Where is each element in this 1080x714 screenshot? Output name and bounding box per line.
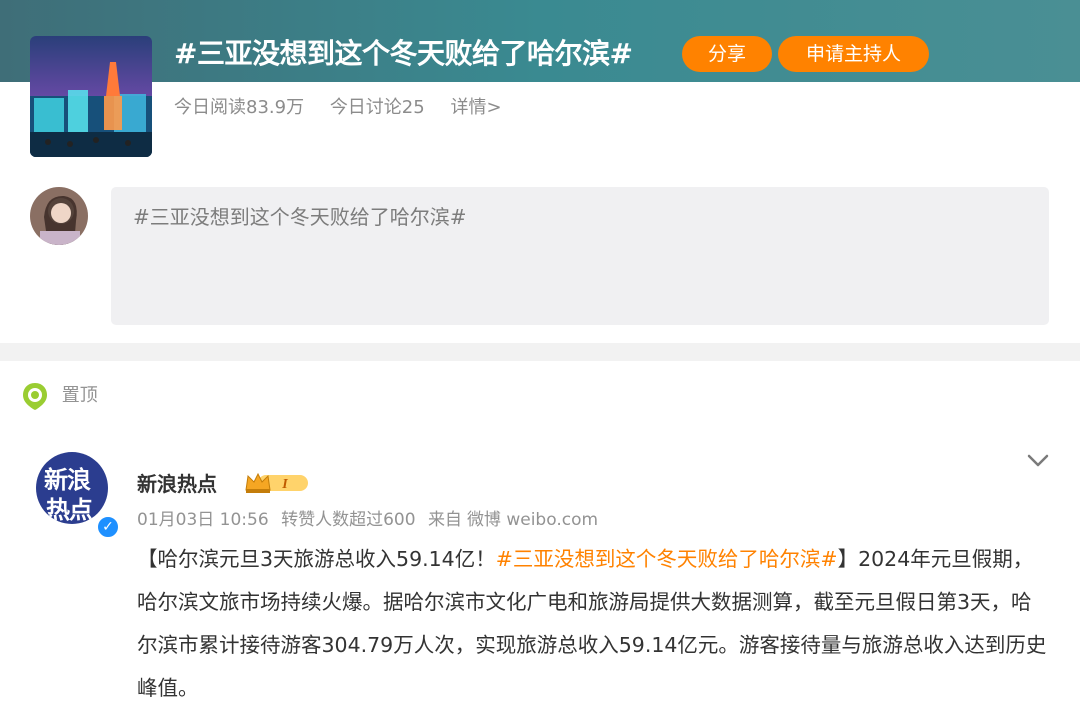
post-card: 置顶 新浪 热点 ✓ 新浪热点 I 01月03日 10:56 转赞人数超过600…: [0, 361, 1080, 714]
crown-badge-icon[interactable]: I: [244, 470, 310, 496]
author-avatar[interactable]: 新浪 热点: [36, 452, 108, 524]
topic-title: #三亚没想到这个冬天败给了哈尔滨#: [174, 37, 633, 70]
avatar-text-bottom: 热点: [46, 496, 93, 524]
topic-cover-image[interactable]: [30, 36, 152, 157]
today-reads: 今日阅读83.9万: [174, 97, 305, 118]
share-button[interactable]: 分享: [682, 36, 772, 72]
post-source: 微博 weibo.com: [466, 510, 599, 530]
compose-input[interactable]: #三亚没想到这个冬天败给了哈尔滨#: [111, 187, 1049, 325]
post-time[interactable]: 01月03日 10:56: [137, 510, 269, 530]
post-meta: 01月03日 10:56 转赞人数超过600 来自 微博 weibo.com: [137, 507, 605, 533]
post-topic-link[interactable]: #三亚没想到这个冬天败给了哈尔滨#: [496, 547, 838, 571]
pinned-indicator: 置顶: [22, 381, 98, 411]
today-discussions: 今日讨论25: [329, 97, 425, 118]
post-text: 【哈尔滨元旦3天旅游总收入59.14亿！#三亚没想到这个冬天败给了哈尔滨#】20…: [137, 538, 1052, 710]
details-link[interactable]: 详情>: [450, 97, 501, 118]
topic-stats: 今日阅读83.9万 今日讨论25 详情>: [174, 94, 522, 122]
badge-level-text: I: [281, 477, 288, 492]
apply-host-button[interactable]: 申请主持人: [778, 36, 929, 72]
chevron-down-icon[interactable]: [1024, 446, 1052, 474]
pin-icon: [22, 381, 48, 411]
source-prefix: 来自: [427, 510, 462, 530]
topic-header: #三亚没想到这个冬天败给了哈尔滨# 分享 申请主持人 今日阅读83.9万 今日讨…: [0, 0, 1080, 170]
pinned-label: 置顶: [61, 385, 98, 406]
verified-icon: ✓: [96, 515, 120, 539]
author-name[interactable]: 新浪热点: [137, 469, 217, 499]
repost-info: 转赞人数超过600: [281, 510, 416, 530]
user-avatar[interactable]: [30, 187, 88, 245]
post-text-lead: 【哈尔滨元旦3天旅游总收入59.14亿！: [137, 547, 496, 571]
composer: #三亚没想到这个冬天败给了哈尔滨#: [0, 170, 1080, 343]
